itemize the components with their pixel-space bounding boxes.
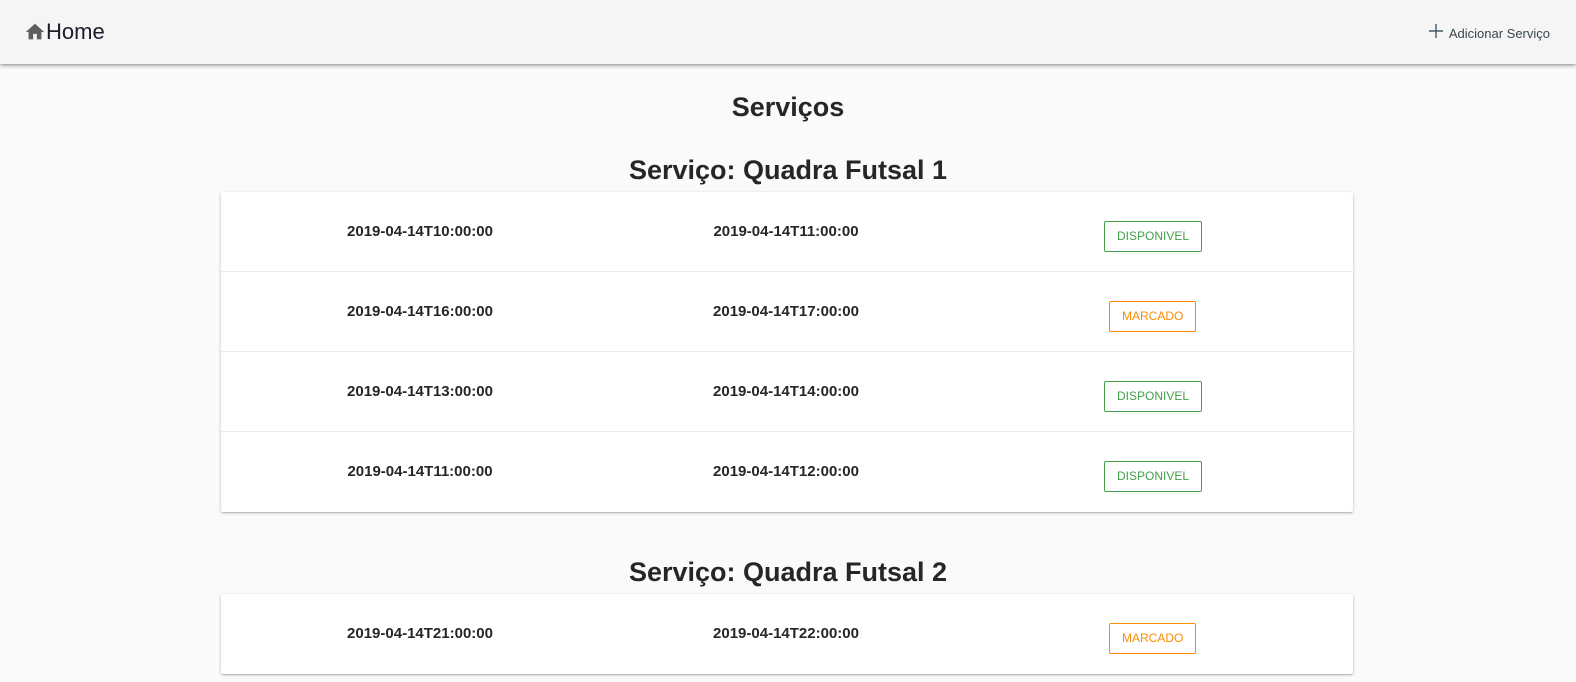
slot-end: 2019-04-14T11:00:00 bbox=[713, 223, 859, 240]
plus-icon bbox=[1428, 23, 1449, 41]
service-title: Serviço: Quadra Futsal 2 bbox=[628, 557, 948, 587]
add-service-label: Adicionar Serviço bbox=[1448, 25, 1550, 41]
slot-end: 2019-04-14T14:00:00 bbox=[713, 383, 859, 400]
status-button[interactable]: DISPONIVEL bbox=[1104, 381, 1203, 412]
home-icon bbox=[24, 17, 46, 48]
slot-start: 2019-04-14T11:00:00 bbox=[347, 463, 493, 480]
slot-start: 2019-04-14T21:00:00 bbox=[347, 625, 493, 642]
slot-end: 2019-04-14T22:00:00 bbox=[713, 625, 859, 642]
status-button[interactable]: DISPONIVEL bbox=[1104, 221, 1203, 252]
home-label: Home bbox=[46, 19, 105, 44]
status-button[interactable]: MARCADO bbox=[1109, 301, 1197, 332]
home-link[interactable]: Home bbox=[24, 16, 105, 48]
status-button[interactable]: MARCADO bbox=[1109, 623, 1197, 654]
slot-start: 2019-04-14T13:00:00 bbox=[347, 383, 493, 400]
slot-row: 2019-04-14T11:00:00 2019-04-14T12:00:00 … bbox=[221, 432, 1353, 512]
slot-end: 2019-04-14T12:00:00 bbox=[713, 463, 859, 480]
slot-start: 2019-04-14T16:00:00 bbox=[347, 303, 493, 320]
slot-row: 2019-04-14T13:00:00 2019-04-14T14:00:00 … bbox=[221, 352, 1353, 432]
service-card: 2019-04-14T21:00:00 2019-04-14T22:00:00 … bbox=[221, 594, 1353, 674]
status-button[interactable]: DISPONIVEL bbox=[1104, 461, 1203, 492]
slot-start: 2019-04-14T10:00:00 bbox=[347, 223, 493, 240]
main-content: Serviços Serviço: Quadra Futsal 1 2019-0… bbox=[0, 64, 1576, 682]
slot-row: 2019-04-14T21:00:00 2019-04-14T22:00:00 … bbox=[221, 594, 1353, 674]
add-service-button[interactable]: Adicionar Serviço bbox=[1428, 20, 1550, 46]
service-title: Serviço: Quadra Futsal 1 bbox=[628, 155, 948, 185]
top-app-bar: Home Adicionar Serviço bbox=[0, 0, 1576, 64]
slot-end: 2019-04-14T17:00:00 bbox=[713, 303, 859, 320]
slot-row: 2019-04-14T16:00:00 2019-04-14T17:00:00 … bbox=[221, 272, 1353, 352]
service-card: 2019-04-14T10:00:00 2019-04-14T11:00:00 … bbox=[221, 192, 1353, 512]
page-title: Serviços bbox=[731, 92, 845, 122]
slot-row: 2019-04-14T10:00:00 2019-04-14T11:00:00 … bbox=[221, 192, 1353, 272]
